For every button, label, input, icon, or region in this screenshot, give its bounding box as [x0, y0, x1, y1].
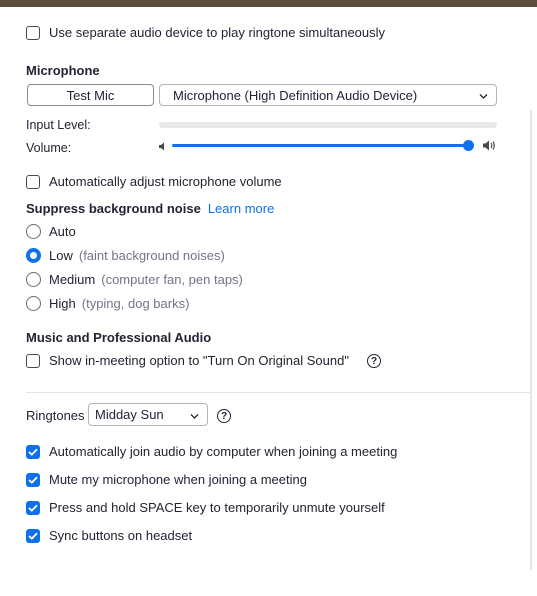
auto-adjust-volume-checkbox[interactable] — [26, 174, 40, 189]
noise-option-label: Low — [49, 248, 73, 263]
auto-join-audio-checkbox[interactable] — [26, 444, 40, 459]
section-divider — [26, 392, 530, 393]
learn-more-link[interactable]: Learn more — [208, 201, 274, 216]
auto-join-audio-option[interactable]: Automatically join audio by computer whe… — [26, 444, 397, 459]
window-top-bar — [0, 0, 537, 7]
suppress-noise-heading-text: Suppress background noise — [26, 201, 201, 216]
mute-on-join-checkbox[interactable] — [26, 472, 40, 487]
noise-radio-auto[interactable] — [26, 224, 41, 239]
noise-option-hint: (faint background noises) — [78, 248, 225, 263]
volume-slider-thumb[interactable] — [463, 140, 474, 151]
original-sound-checkbox[interactable] — [26, 353, 40, 368]
noise-option-label: High — [49, 296, 76, 311]
volume-label: Volume: — [26, 141, 72, 155]
speaker-low-icon — [158, 140, 167, 155]
noise-option-auto[interactable]: Auto — [26, 224, 76, 239]
mute-on-join-label: Mute my microphone when joining a meetin… — [49, 472, 307, 487]
chevron-down-icon — [190, 407, 199, 422]
input-level-label: Input Level: — [26, 118, 91, 132]
scrollbar[interactable] — [530, 110, 532, 570]
speaker-high-icon — [482, 139, 497, 155]
noise-radio-medium[interactable] — [26, 272, 41, 287]
noise-option-high[interactable]: High (typing, dog barks) — [26, 296, 189, 311]
sync-headset-label: Sync buttons on headset — [49, 528, 193, 543]
microphone-heading: Microphone — [26, 63, 100, 78]
ringtones-label: Ringtones — [26, 408, 85, 423]
input-level-meter — [159, 122, 497, 128]
suppress-noise-heading: Suppress background noise Learn more — [26, 201, 274, 216]
auto-adjust-volume-label: Automatically adjust microphone volume — [49, 174, 282, 189]
sync-headset-checkbox[interactable] — [26, 528, 40, 543]
noise-option-low[interactable]: Low (faint background noises) — [26, 248, 225, 263]
space-unmute-checkbox[interactable] — [26, 500, 40, 515]
music-audio-heading: Music and Professional Audio — [26, 330, 212, 345]
noise-option-label: Medium — [49, 272, 96, 287]
noise-option-hint: (computer fan, pen taps) — [101, 272, 243, 287]
chevron-down-icon — [479, 88, 488, 103]
mute-on-join-option[interactable]: Mute my microphone when joining a meetin… — [26, 472, 307, 487]
separate-audio-device-option[interactable]: Use separate audio device to play ringto… — [26, 25, 385, 40]
ringtones-select[interactable]: Midday Sun — [88, 403, 208, 426]
separate-audio-device-label: Use separate audio device to play ringto… — [49, 25, 386, 40]
microphone-device-value: Microphone (High Definition Audio Device… — [173, 87, 418, 103]
separate-audio-device-checkbox[interactable] — [26, 25, 40, 40]
noise-radio-high[interactable] — [26, 296, 41, 311]
noise-radio-low[interactable] — [26, 248, 41, 263]
noise-option-label: Auto — [49, 224, 76, 239]
sync-headset-option[interactable]: Sync buttons on headset — [26, 528, 192, 543]
noise-option-medium[interactable]: Medium (computer fan, pen taps) — [26, 272, 243, 287]
ringtones-value: Midday Sun — [95, 407, 164, 422]
question-circle-icon[interactable]: ? — [217, 409, 231, 423]
auto-adjust-volume-option[interactable]: Automatically adjust microphone volume — [26, 174, 282, 189]
test-mic-button[interactable]: Test Mic — [27, 84, 154, 106]
space-unmute-label: Press and hold SPACE key to temporarily … — [49, 500, 385, 515]
space-unmute-option[interactable]: Press and hold SPACE key to temporarily … — [26, 500, 385, 515]
auto-join-audio-label: Automatically join audio by computer whe… — [49, 444, 398, 459]
noise-option-hint: (typing, dog barks) — [81, 296, 190, 311]
original-sound-label: Show in-meeting option to "Turn On Origi… — [49, 353, 349, 368]
microphone-device-select[interactable]: Microphone (High Definition Audio Device… — [159, 84, 497, 106]
original-sound-option[interactable]: Show in-meeting option to "Turn On Origi… — [26, 353, 349, 368]
question-circle-icon[interactable]: ? — [367, 354, 381, 368]
volume-slider-track[interactable] — [172, 144, 469, 147]
